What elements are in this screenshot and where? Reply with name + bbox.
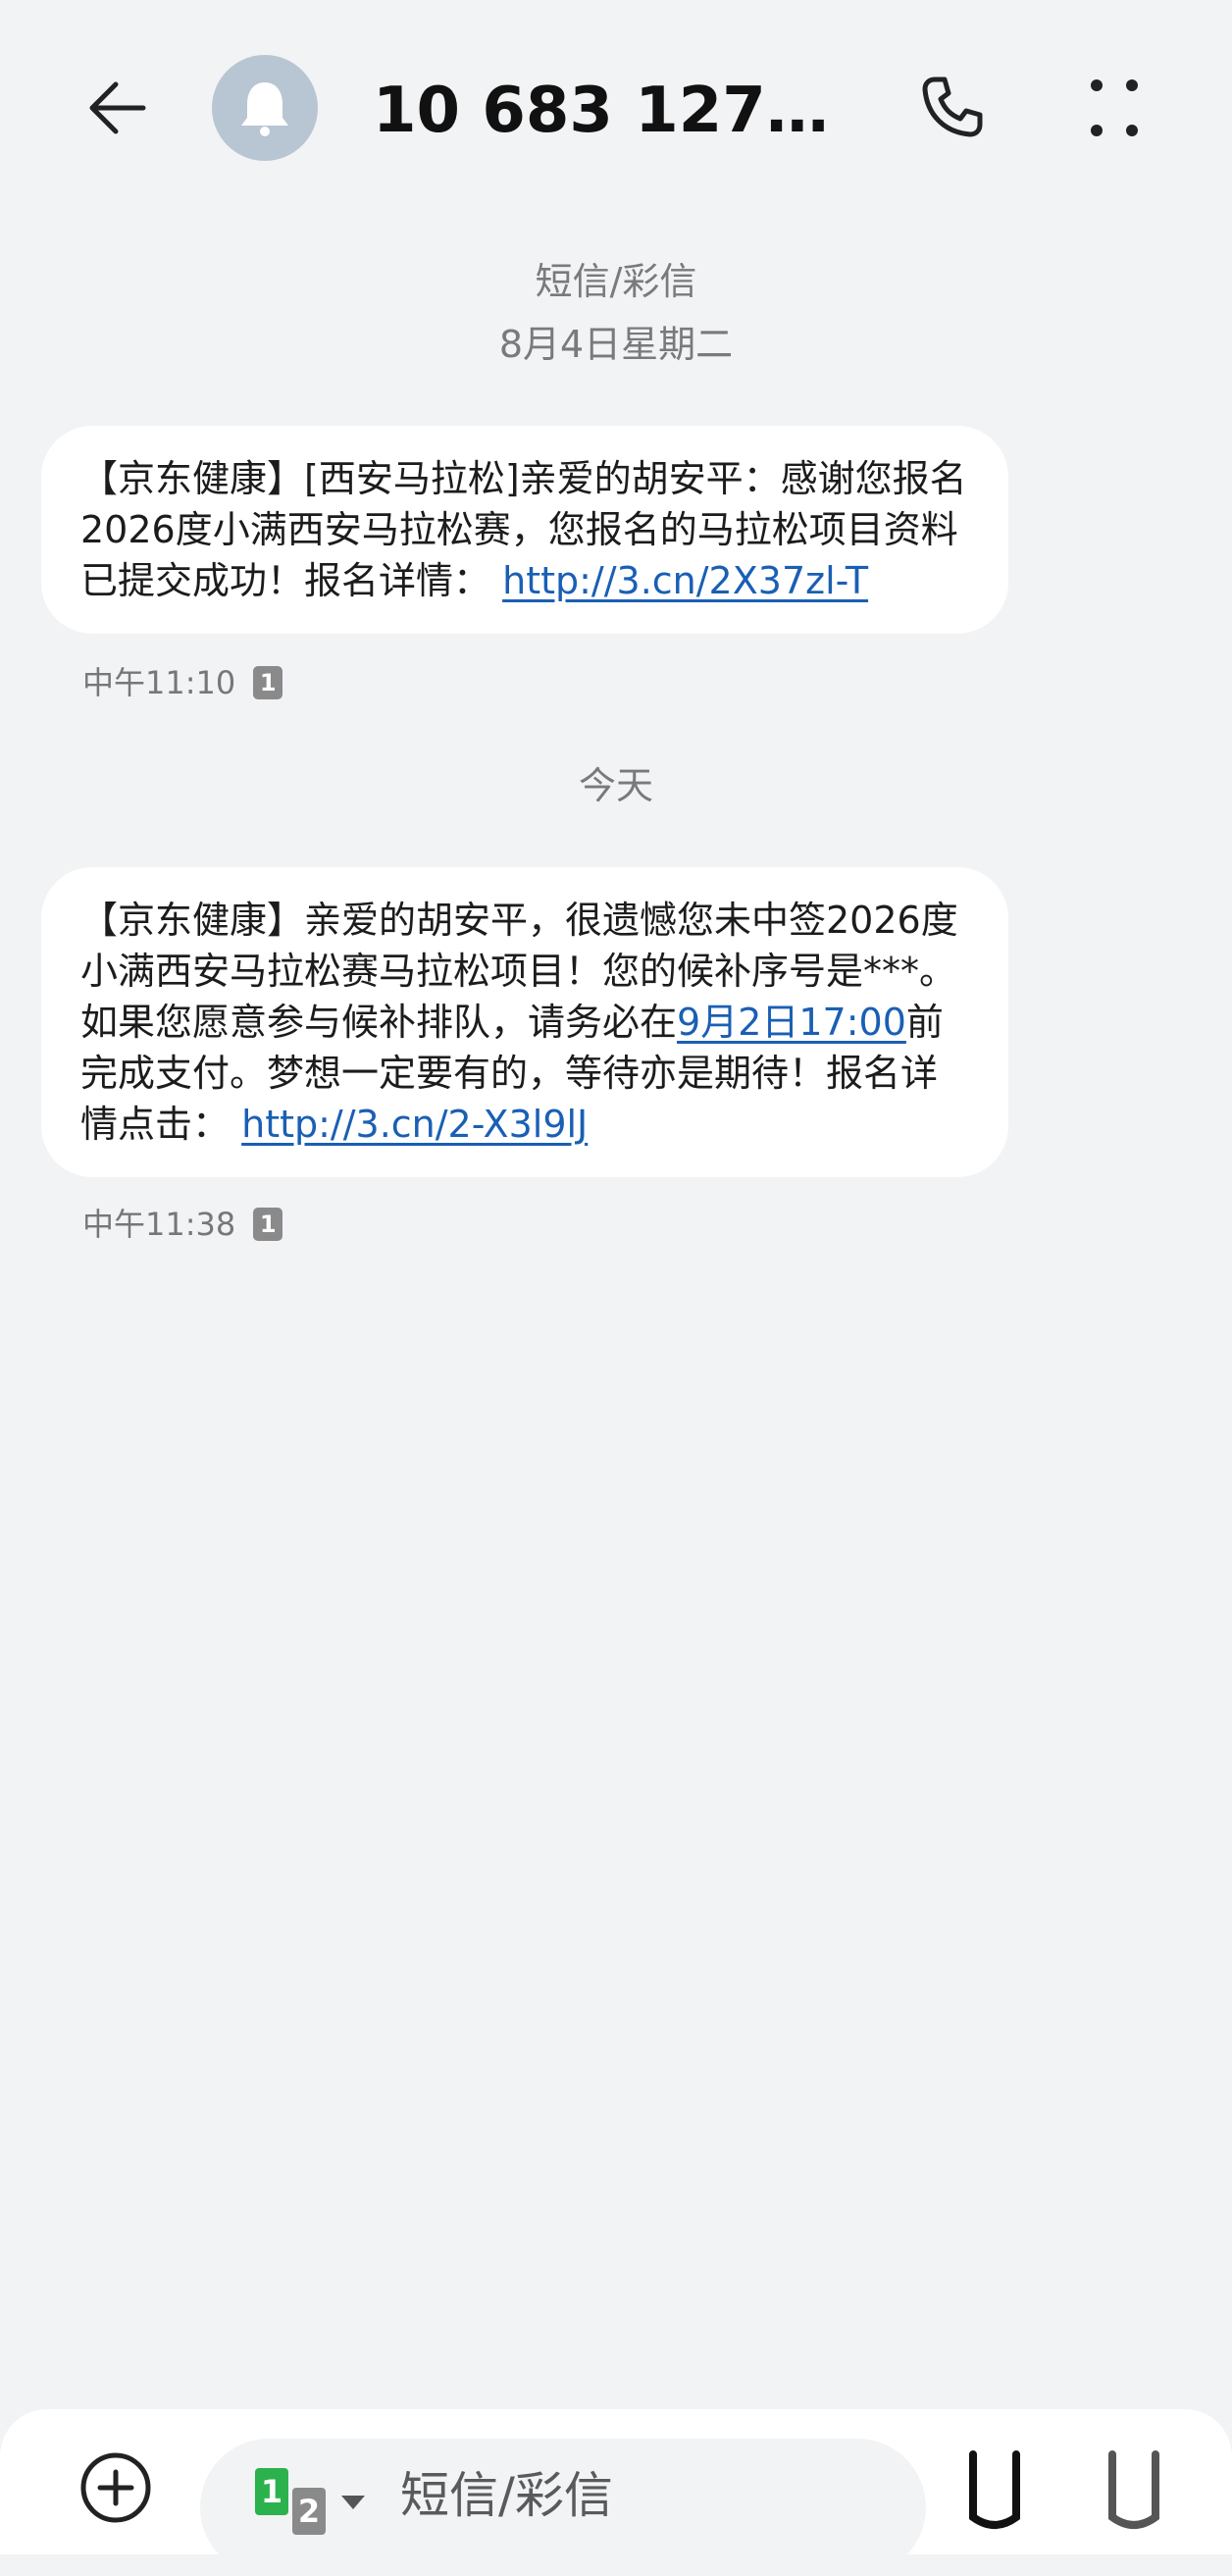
composer-bar: 1 2: [0, 2409, 1232, 2576]
date-separator: 8月4日星期二: [498, 323, 734, 366]
arrow-left-icon: [89, 81, 146, 134]
message-time: 中午11:38: [82, 1206, 236, 1243]
sim-badge: 1: [253, 666, 283, 699]
message-type-label: 短信/彩信: [535, 260, 697, 303]
contact-avatar[interactable]: [212, 55, 318, 161]
send-sim2-icon: [1108, 2450, 1159, 2529]
more-vertical-icon: [1091, 79, 1138, 136]
contact-name[interactable]: 10 683 127 2...: [373, 67, 844, 155]
sim1-badge: 1: [255, 2468, 288, 2515]
phone-icon: [922, 77, 983, 137]
call-button[interactable]: [902, 59, 1001, 157]
message-time: 中午11:10: [82, 664, 236, 701]
message-date-link[interactable]: 9月2日17:00: [677, 1001, 906, 1044]
plus-circle-icon: [80, 2452, 151, 2523]
more-options-button[interactable]: [1065, 59, 1163, 157]
message-link[interactable]: http://3.cn/2X37zl-T: [502, 559, 868, 602]
add-attachment-button[interactable]: [77, 2448, 155, 2527]
message-timestamp: 中午11:10 1: [82, 661, 283, 704]
bell-icon: [241, 82, 288, 136]
message-timestamp: 中午11:38 1: [82, 1203, 283, 1246]
message-input[interactable]: [400, 2456, 891, 2535]
message-bubble[interactable]: 【京东健康】亲爱的胡安平，很遗憾您未中签2026度小满西安马拉松赛马拉松项目！您…: [41, 867, 1008, 1177]
message-input-container: 1 2: [200, 2439, 926, 2576]
date-separator-today: 今天: [578, 764, 653, 807]
sim-badge: 1: [253, 1208, 283, 1241]
sim2-badge: 2: [292, 2488, 326, 2535]
conversation-header: 10 683 127 2...: [0, 0, 1232, 226]
send-sim2-button[interactable]: [1104, 2448, 1163, 2537]
message-bubble[interactable]: 【京东健康】[西安马拉松]亲爱的胡安平：感谢您报名2026度小满西安马拉松赛，您…: [41, 426, 1008, 634]
send-sim1-button[interactable]: [965, 2448, 1024, 2537]
chevron-down-icon: [341, 2496, 365, 2509]
send-sim1-icon: [969, 2450, 1020, 2529]
back-button[interactable]: [69, 59, 167, 157]
sim-selector[interactable]: 1 2: [255, 2468, 365, 2537]
message-link[interactable]: http://3.cn/2-X3l9lJ: [241, 1103, 588, 1146]
